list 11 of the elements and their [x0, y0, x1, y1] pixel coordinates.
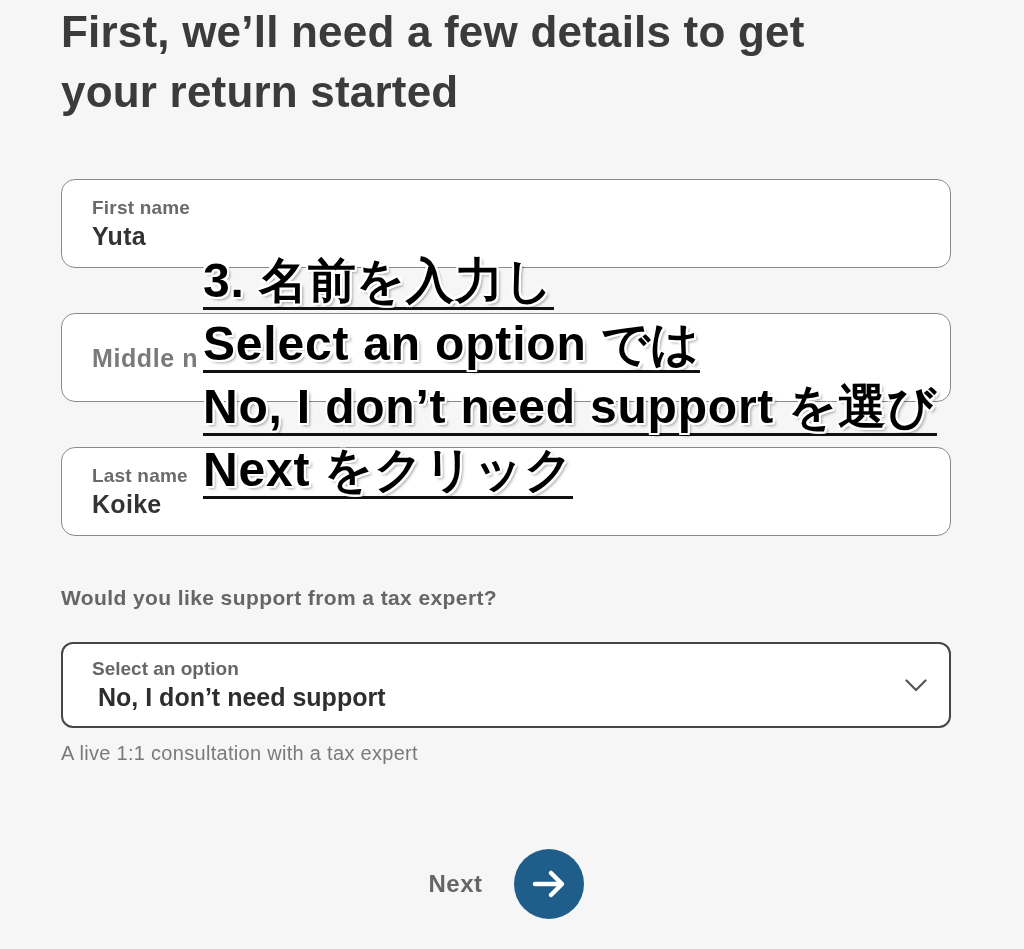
instruction-annotation: Next をクリック	[203, 444, 574, 499]
support-select[interactable]: Select an option No, I don’t need support	[61, 642, 951, 728]
arrow-right-icon	[513, 849, 584, 919]
page-heading: First, we’ll need a few details to get your return started	[61, 6, 806, 118]
next-button[interactable]: Next	[428, 849, 584, 919]
instruction-annotation: No, I don’t need support を選び	[203, 381, 937, 436]
chevron-down-icon	[905, 678, 927, 692]
instruction-annotation: 3. 名前を入力し	[203, 255, 554, 310]
support-hint: A live 1:1 consultation with a tax expert	[61, 741, 419, 765]
support-question: Would you like support from a tax expert?	[61, 586, 499, 610]
instruction-annotation: Select an option では	[203, 318, 701, 373]
